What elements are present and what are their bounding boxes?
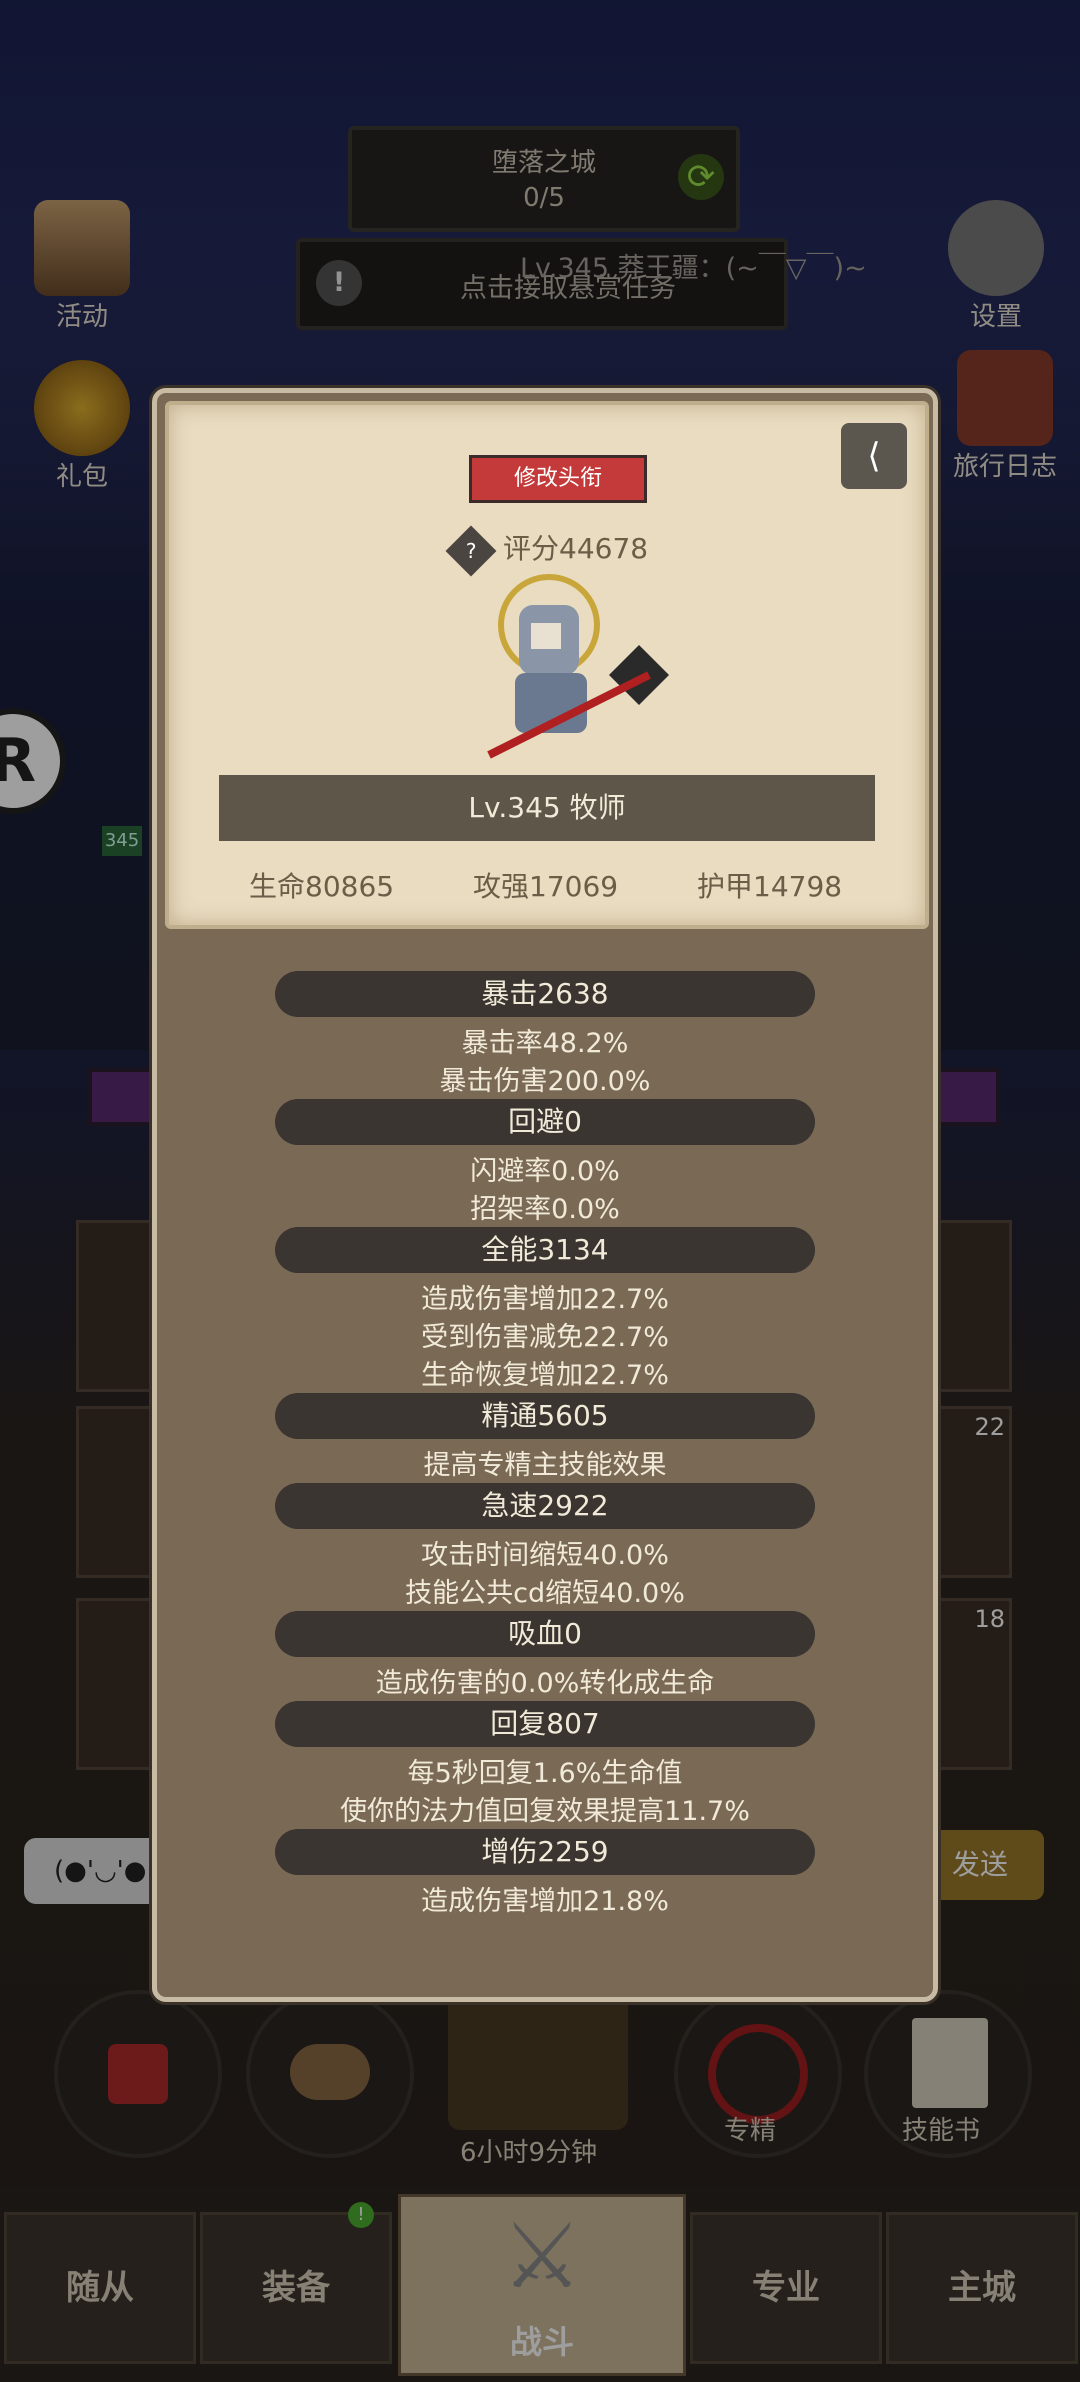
share-icon[interactable]: ⟨ [841,423,907,489]
stat-line: 造成伤害增加21.8% [421,1886,669,1917]
level-class-bar: Lv.345 牧师 [219,775,875,841]
stat-line: 生命恢复增加22.7% [421,1360,669,1391]
stat-section-mastery: 精通5605 [275,1393,815,1439]
stat-section-damage-bonus: 增伤2259 [275,1829,815,1875]
stat-section-dodge: 回避0 [275,1099,815,1145]
character-card: ⟨ 修改头衔 ? 评分44678 Lv.345 牧师 生命80865 攻强1706… [165,401,929,929]
armor-stat: 护甲14798 [697,870,843,903]
priest-avatar [487,574,669,759]
stat-line: 攻击时间缩短40.0% [421,1540,669,1571]
stat-line: 受到伤害减免22.7% [421,1322,669,1353]
attack-stat: 攻强17069 [473,870,619,903]
score-value: 评分44678 [503,532,649,565]
stat-line: 暴击伤害200.0% [439,1066,651,1097]
stat-section-lifesteal: 吸血0 [275,1611,815,1657]
stat-section-regen: 回复807 [275,1701,815,1747]
character-stats-panel: ⟨ 修改头衔 ? 评分44678 Lv.345 牧师 生命80865 攻强1706… [152,388,938,2002]
hp-stat: 生命80865 [249,870,395,903]
edit-title-button[interactable]: 修改头衔 [469,455,647,503]
stat-line: 使你的法力值回复效果提高11.7% [340,1796,750,1827]
stat-line: 每5秒回复1.6%生命值 [407,1758,683,1789]
stat-line: 闪避率0.0% [470,1156,620,1187]
stat-section-haste: 急速2922 [275,1483,815,1529]
stat-line: 技能公共cd缩短40.0% [405,1578,685,1609]
stat-line: 造成伤害的0.0%转化成生命 [375,1668,715,1699]
stat-line: 造成伤害增加22.7% [421,1284,669,1315]
stat-line: 暴击率48.2% [461,1028,629,1059]
score-row: ? 评分44678 [445,525,649,577]
stat-line: 招架率0.0% [470,1194,620,1225]
stat-section-crit: 暴击2638 [275,971,815,1017]
stat-line: 提高专精主技能效果 [423,1450,667,1481]
stat-section-versatility: 全能3134 [275,1227,815,1273]
